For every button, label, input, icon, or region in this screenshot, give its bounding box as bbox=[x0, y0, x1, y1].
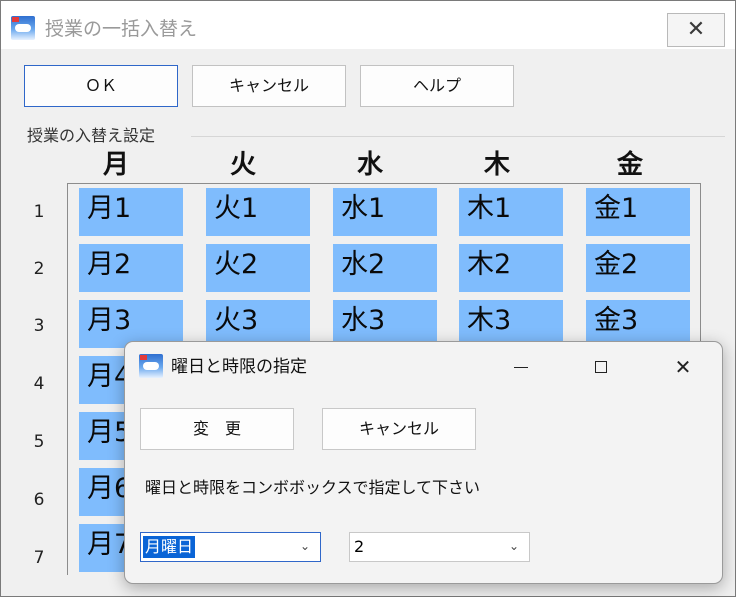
maximize-button[interactable] bbox=[581, 352, 621, 384]
weekday-combobox-value: 月曜日 bbox=[143, 536, 196, 558]
period-label-1: 1 bbox=[33, 202, 45, 222]
period-label-3: 3 bbox=[33, 316, 45, 336]
dialog-title-bar: 曜日と時限の指定 ✕ bbox=[125, 342, 722, 394]
period-label-6: 6 bbox=[33, 490, 45, 510]
chevron-down-icon: ⌄ bbox=[508, 539, 520, 553]
dialog-title: 曜日と時限の指定 bbox=[171, 357, 307, 377]
change-button[interactable]: 変 更 bbox=[140, 408, 294, 450]
weekday-period-dialog: 曜日と時限の指定 ✕ 変 更 キャンセル 曜日と時限をコンボボックスで指定して下… bbox=[124, 341, 723, 584]
period-label-5: 5 bbox=[33, 432, 45, 452]
weekday-combobox[interactable]: 月曜日 ⌄ bbox=[140, 532, 321, 562]
app-icon-flag bbox=[12, 17, 19, 22]
app-icon bbox=[11, 16, 35, 40]
slot-wed-1[interactable]: 水1 bbox=[333, 188, 437, 236]
slot-fri-2[interactable]: 金2 bbox=[586, 244, 690, 292]
title-bar: 授業の一括入替え ✕ bbox=[1, 1, 735, 49]
swap-settings-label: 授業の入替え設定 bbox=[27, 125, 160, 147]
close-button[interactable]: ✕ bbox=[667, 13, 725, 47]
chevron-down-icon: ⌄ bbox=[299, 539, 311, 553]
dialog-cancel-button[interactable]: キャンセル bbox=[322, 408, 476, 450]
period-combobox[interactable]: 2 ⌄ bbox=[349, 532, 530, 562]
help-button[interactable]: ヘルプ bbox=[360, 65, 514, 107]
dialog-close-icon: ✕ bbox=[674, 355, 692, 379]
minimize-icon bbox=[514, 367, 528, 368]
slot-wed-2[interactable]: 水2 bbox=[333, 244, 437, 292]
day-header-mon: 月 bbox=[102, 150, 129, 180]
period-combobox-value: 2 bbox=[354, 537, 365, 556]
slot-fri-1[interactable]: 金1 bbox=[586, 188, 690, 236]
period-label-2: 2 bbox=[33, 259, 45, 279]
close-icon: ✕ bbox=[686, 17, 706, 42]
slot-thu-1[interactable]: 木1 bbox=[459, 188, 563, 236]
day-header-thu: 木 bbox=[483, 150, 510, 180]
dialog-icon-cloud bbox=[143, 362, 159, 370]
group-divider bbox=[191, 136, 725, 137]
slot-tue-2[interactable]: 火2 bbox=[206, 244, 310, 292]
slot-tue-1[interactable]: 火1 bbox=[206, 188, 310, 236]
day-header-tue: 火 bbox=[229, 150, 256, 180]
maximize-icon bbox=[595, 361, 607, 373]
slot-thu-2[interactable]: 木2 bbox=[459, 244, 563, 292]
minimize-button[interactable] bbox=[501, 352, 541, 384]
day-header-fri: 金 bbox=[616, 150, 643, 180]
day-header-wed: 水 bbox=[356, 150, 383, 180]
period-label-4: 4 bbox=[33, 374, 45, 394]
window-title: 授業の一括入替え bbox=[45, 18, 198, 40]
period-label-7: 7 bbox=[33, 548, 45, 568]
dialog-close-button[interactable]: ✕ bbox=[663, 352, 703, 384]
dialog-icon-flag bbox=[140, 355, 147, 360]
app-icon-cloud bbox=[15, 24, 31, 32]
slot-mon-2[interactable]: 月2 bbox=[79, 244, 183, 292]
dialog-app-icon bbox=[139, 354, 163, 378]
cancel-button[interactable]: キャンセル bbox=[192, 65, 346, 107]
ok-button[interactable]: ＯＫ bbox=[24, 65, 178, 107]
dialog-instruction: 曜日と時限をコンボボックスで指定して下さい bbox=[145, 478, 481, 497]
slot-mon-1[interactable]: 月1 bbox=[79, 188, 183, 236]
